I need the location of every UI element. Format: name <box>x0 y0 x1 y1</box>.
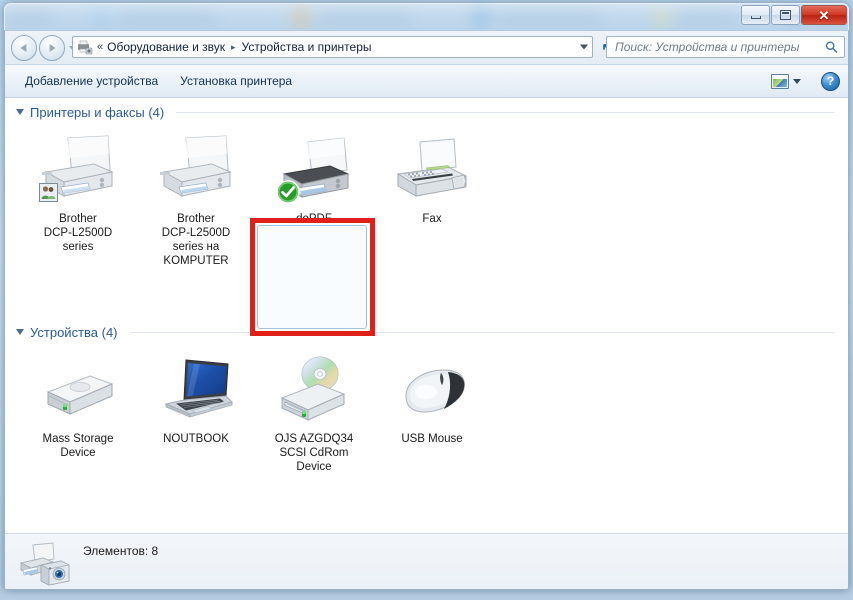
devices-summary-icon <box>19 541 73 587</box>
minimize-button[interactable] <box>741 5 770 25</box>
group-title-printers: Принтеры и факсы (4) <box>30 104 165 120</box>
content-pane: Принтеры и факсы (4) Brother DCP-L2500D … <box>5 98 848 533</box>
breadcrumb-hardware-sound[interactable]: Оборудование и звук <box>107 40 225 54</box>
address-bar[interactable]: « Оборудование и звук ▸ Устройства и при… <box>72 36 593 58</box>
printer-icon <box>155 132 237 210</box>
status-bar: Элементов: 8 <box>5 533 848 589</box>
laptop-icon <box>155 352 237 430</box>
maximize-icon <box>772 6 799 24</box>
device-item-dopdf[interactable]: doPDF <box>255 126 373 274</box>
external-drive-icon <box>37 352 119 430</box>
search-box[interactable]: Поиск: Устройства и принтеры <box>606 36 845 58</box>
minimize-icon <box>742 6 769 24</box>
device-label: USB Mouse <box>401 433 463 445</box>
devices-printers-icon <box>76 39 93 55</box>
forward-arrow-icon <box>49 44 56 52</box>
breadcrumb-overflow-chevrons[interactable]: « <box>97 41 103 53</box>
collapse-arrow-icon[interactable] <box>16 329 24 335</box>
maximize-button[interactable] <box>771 5 800 25</box>
device-label: Brother DCP-L2500D series <box>43 213 113 253</box>
group-divider <box>176 111 834 113</box>
change-view-icon[interactable] <box>771 73 789 89</box>
device-item-fax[interactable]: Fax <box>373 126 491 274</box>
search-input[interactable]: Поиск: Устройства и принтеры <box>615 40 799 54</box>
device-label: doPDF <box>296 213 332 225</box>
search-icon[interactable] <box>825 41 838 54</box>
fax-icon <box>391 132 473 210</box>
printers-item-row: Brother DCP-L2500D series Brother DCP-L2… <box>5 126 848 274</box>
title-bar[interactable]: ✕ <box>4 3 849 30</box>
window-client-area: « Оборудование и звук ▸ Устройства и при… <box>4 30 849 590</box>
device-item-brother-network[interactable]: Brother DCP-L2500D series на KOMPUTER <box>137 126 255 274</box>
cdrom-icon <box>273 352 355 430</box>
shared-users-badge <box>39 183 58 202</box>
address-bar-row: « Оборудование и звук ▸ Устройства и при… <box>5 31 848 65</box>
mouse-icon <box>391 352 473 430</box>
group-divider <box>129 331 834 333</box>
default-printer-check-icon <box>276 180 300 204</box>
help-icon[interactable]: ? <box>821 71 840 91</box>
collapse-arrow-icon[interactable] <box>16 109 24 115</box>
window-controls: ✕ <box>740 5 847 25</box>
devices-item-row: Mass Storage Device NOUTBOOK OJS AZGDQ34… <box>5 346 848 480</box>
explorer-window: ✕ « Оборудование и звук ▸ Устройства и п… <box>4 3 849 590</box>
close-button[interactable]: ✕ <box>801 5 847 25</box>
device-item-usb-mouse[interactable]: USB Mouse <box>373 346 491 480</box>
device-item-mass-storage[interactable]: Mass Storage Device <box>19 346 137 480</box>
back-button[interactable] <box>11 35 37 61</box>
address-dropdown-icon[interactable] <box>580 44 588 50</box>
device-label: Mass Storage Device <box>42 433 114 459</box>
back-arrow-icon <box>20 44 27 52</box>
close-icon: ✕ <box>818 7 830 23</box>
navigation-buttons <box>11 35 77 61</box>
device-item-cdrom[interactable]: OJS AZGDQ34 SCSI CdRom Device <box>255 346 373 480</box>
printer-dark-icon <box>273 132 355 210</box>
breadcrumb-separator-icon[interactable]: ▸ <box>231 42 236 53</box>
device-label: NOUTBOOK <box>163 433 229 445</box>
breadcrumb-devices-printers[interactable]: Устройства и принтеры <box>242 40 372 54</box>
command-bar: Добавление устройства Установка принтера… <box>5 65 848 98</box>
command-bar-right: ? <box>771 65 840 97</box>
group-title-devices: Устройства (4) <box>30 324 118 340</box>
status-item-count: Элементов: 8 <box>83 544 159 558</box>
add-device-button[interactable]: Добавление устройства <box>14 69 169 93</box>
device-label: Fax <box>422 213 442 225</box>
device-label: Brother DCP-L2500D series на KOMPUTER <box>161 213 231 267</box>
group-header-printers[interactable]: Принтеры и факсы (4) <box>5 98 848 126</box>
device-item-noutbook[interactable]: NOUTBOOK <box>137 346 255 480</box>
printer-icon <box>37 132 119 210</box>
add-printer-button[interactable]: Установка принтера <box>169 69 303 93</box>
group-header-devices[interactable]: Устройства (4) <box>5 318 848 346</box>
forward-button[interactable] <box>39 35 65 61</box>
device-label: OJS AZGDQ34 SCSI CdRom Device <box>274 433 354 473</box>
chevron-down-icon[interactable] <box>793 78 801 84</box>
device-item-brother-local[interactable]: Brother DCP-L2500D series <box>19 126 137 274</box>
